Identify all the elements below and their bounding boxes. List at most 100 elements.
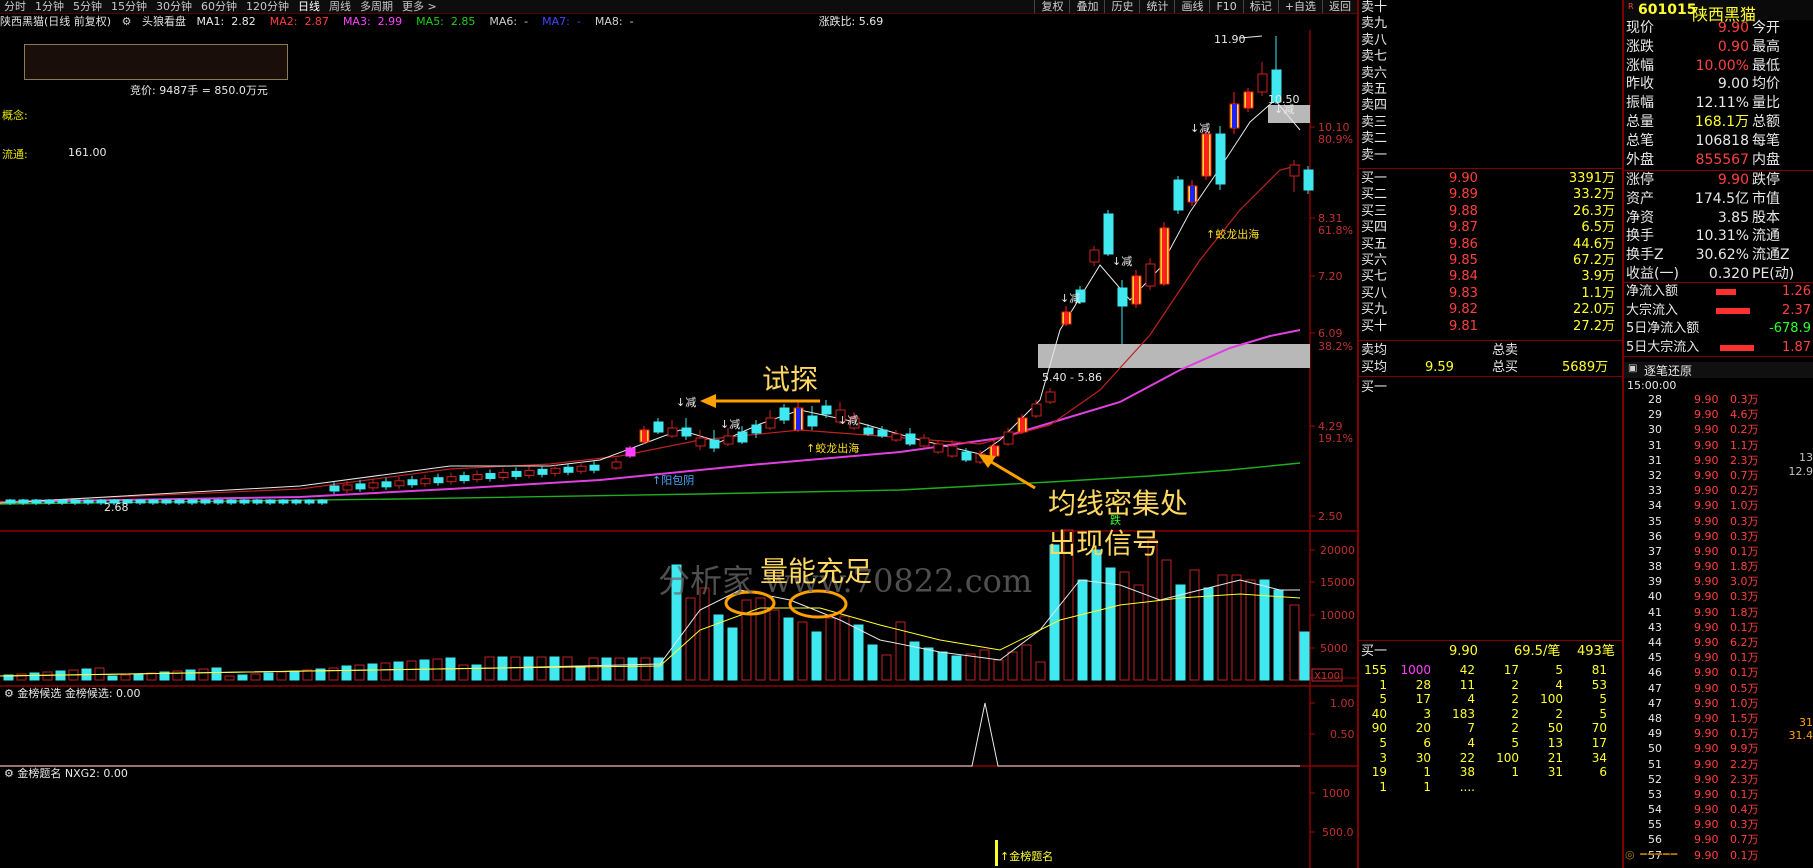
volume-bar bbox=[523, 656, 534, 681]
sell-level-label: 卖二 bbox=[1361, 131, 1388, 147]
buy-level-row[interactable]: 买八 9.83 1.1万 bbox=[1361, 286, 1619, 302]
tick-vol: 0.3万 bbox=[1730, 393, 1759, 406]
volume-bar bbox=[419, 659, 430, 681]
buy-level-vol: 26.3万 bbox=[1573, 203, 1615, 219]
kline-chart[interactable]: 10.108.317.206.094.292.5080.9%61.8%38.2%… bbox=[0, 30, 1357, 868]
buy-level-row[interactable]: 买九 9.82 22.0万 bbox=[1361, 302, 1619, 318]
candle bbox=[1187, 180, 1198, 206]
volume-bar bbox=[839, 615, 850, 681]
buy-level-row[interactable]: 买四 9.87 6.5万 bbox=[1361, 220, 1619, 236]
candle bbox=[226, 499, 237, 505]
chart-label: ↑蛟龙出海 bbox=[1206, 227, 1259, 241]
indicator-name[interactable]: 头狼看盘 bbox=[142, 15, 186, 28]
quote-rows-2: 涨停 9.90 跌停 资产 174.5亿 市值 净资 3.85 股本 换手 10.31% 流通 换手Z 3… bbox=[1624, 172, 1813, 285]
period-tab[interactable]: 日线 bbox=[298, 0, 320, 13]
bottom-buy1-count: 493笔 bbox=[1577, 644, 1615, 659]
quote-right-label: 内盘 bbox=[1752, 151, 1780, 168]
period-tab[interactable]: 更多 > bbox=[402, 0, 437, 13]
ma-value: MA2: 2.87 bbox=[270, 15, 336, 28]
candle bbox=[83, 499, 94, 505]
buy-level-price: 9.86 bbox=[1449, 236, 1478, 252]
panel3-line bbox=[0, 702, 1300, 767]
tick-price: 9.90 bbox=[1694, 666, 1719, 680]
tick-time: 41 bbox=[1648, 605, 1662, 619]
period-tab[interactable]: 分时 bbox=[4, 0, 26, 13]
flow-value: 2.37 bbox=[1782, 302, 1811, 318]
quote-row: 收益(一) 0.320 PE(动) bbox=[1624, 266, 1813, 285]
buy-level-row[interactable]: 买三 9.88 26.3万 bbox=[1361, 204, 1619, 220]
period-tab[interactable]: 30分钟 bbox=[156, 0, 192, 13]
buy-level-row[interactable]: 买五 9.86 44.6万 bbox=[1361, 237, 1619, 253]
pct-tick: 19.1% bbox=[1318, 432, 1353, 445]
volume-bar bbox=[237, 674, 248, 681]
tick-price: 9.90 bbox=[1694, 727, 1719, 741]
volume-bar bbox=[881, 654, 892, 681]
tool-button[interactable]: 标记 bbox=[1242, 0, 1278, 13]
volume-bar bbox=[42, 671, 53, 681]
flow-value: 1.87 bbox=[1782, 339, 1811, 355]
period-tab[interactable]: 15分钟 bbox=[111, 0, 147, 13]
buy-level-row[interactable]: 买一 9.90 3391万 bbox=[1361, 171, 1619, 187]
zdb-value: 涨跌比: 5.69 bbox=[818, 15, 884, 28]
quote-label: 换手 bbox=[1626, 228, 1654, 245]
candle bbox=[1145, 258, 1156, 290]
volume-bar bbox=[1217, 574, 1228, 681]
ma-value: MA7: - bbox=[542, 15, 588, 28]
tool-button[interactable]: F10 bbox=[1209, 0, 1242, 13]
candle bbox=[537, 465, 548, 478]
quote-right-label: 市值 bbox=[1752, 190, 1780, 207]
period-tab[interactable]: 多周期 bbox=[360, 0, 393, 13]
candle bbox=[625, 446, 636, 458]
tick-time: 48 bbox=[1648, 711, 1662, 725]
quote-label: 现价 bbox=[1626, 20, 1654, 36]
tick-row: 37 9.90 0.1万 bbox=[1624, 544, 1774, 559]
tick-row: 34 9.90 1.0万 bbox=[1624, 498, 1774, 513]
candle bbox=[1117, 280, 1128, 344]
candle bbox=[498, 468, 509, 481]
tick-row: 31 9.90 1.1万 bbox=[1624, 438, 1774, 453]
period-tab[interactable]: 1分钟 bbox=[35, 0, 64, 13]
tool-button[interactable]: 画线 bbox=[1174, 0, 1209, 13]
buy-level-row[interactable]: 买十 9.81 27.2万 bbox=[1361, 319, 1619, 335]
flow-label: 净流入额 bbox=[1626, 284, 1679, 299]
annotation-junxian-2: 出现信号 bbox=[1048, 527, 1161, 560]
quote-label: 净资 bbox=[1626, 209, 1654, 226]
tool-button[interactable]: 复权 bbox=[1034, 0, 1069, 13]
candle bbox=[589, 461, 600, 474]
tool-button[interactable]: 历史 bbox=[1104, 0, 1139, 13]
buy-level-row[interactable]: 买七 9.84 3.9万 bbox=[1361, 269, 1619, 285]
tick-price: 9.90 bbox=[1694, 711, 1719, 725]
candle bbox=[433, 473, 444, 486]
period-tab[interactable]: 60分钟 bbox=[201, 0, 237, 13]
volume-bar bbox=[1077, 579, 1088, 681]
candle bbox=[174, 499, 185, 505]
tick-time: 51 bbox=[1648, 757, 1662, 771]
tool-button[interactable]: +自选 bbox=[1277, 0, 1322, 13]
settings-icon[interactable]: ⚙ bbox=[122, 15, 132, 28]
period-tab[interactable]: 5分钟 bbox=[73, 0, 102, 13]
volume-bar bbox=[172, 670, 183, 681]
buy-level-label: 买六 bbox=[1361, 252, 1388, 268]
tick-time: 36 bbox=[1648, 529, 1662, 543]
buy-level-row[interactable]: 买二 9.89 33.2万 bbox=[1361, 187, 1619, 203]
volume-bar bbox=[471, 664, 482, 681]
tick-row: 45 9.90 0.1万 bbox=[1624, 650, 1774, 665]
volume-bar bbox=[1105, 567, 1116, 681]
jinbang-bar bbox=[995, 840, 998, 866]
ma-label: MA7: bbox=[542, 15, 570, 28]
quote-label: 振幅 bbox=[1626, 95, 1654, 112]
sell-level-label: 卖六 bbox=[1361, 65, 1388, 81]
ma-value: MA5: 2.85 bbox=[416, 15, 482, 28]
tick-price: 9.90 bbox=[1694, 772, 1719, 786]
tick-time: 50 bbox=[1648, 742, 1662, 756]
buy-level-row[interactable]: 买六 9.85 67.2万 bbox=[1361, 253, 1619, 269]
tool-button[interactable]: 叠加 bbox=[1069, 0, 1104, 13]
tick-row: 32 9.90 0.7万 bbox=[1624, 468, 1774, 483]
volume-bar bbox=[562, 656, 573, 681]
tool-button[interactable]: 返回 bbox=[1322, 0, 1357, 13]
tool-button[interactable]: 统计 bbox=[1139, 0, 1174, 13]
tick-title[interactable]: ▣ 逐笔还原 bbox=[1624, 362, 1813, 378]
period-tab[interactable]: 周线 bbox=[329, 0, 351, 13]
tick-time: 47 bbox=[1648, 681, 1662, 695]
period-tab[interactable]: 120分钟 bbox=[246, 0, 289, 13]
